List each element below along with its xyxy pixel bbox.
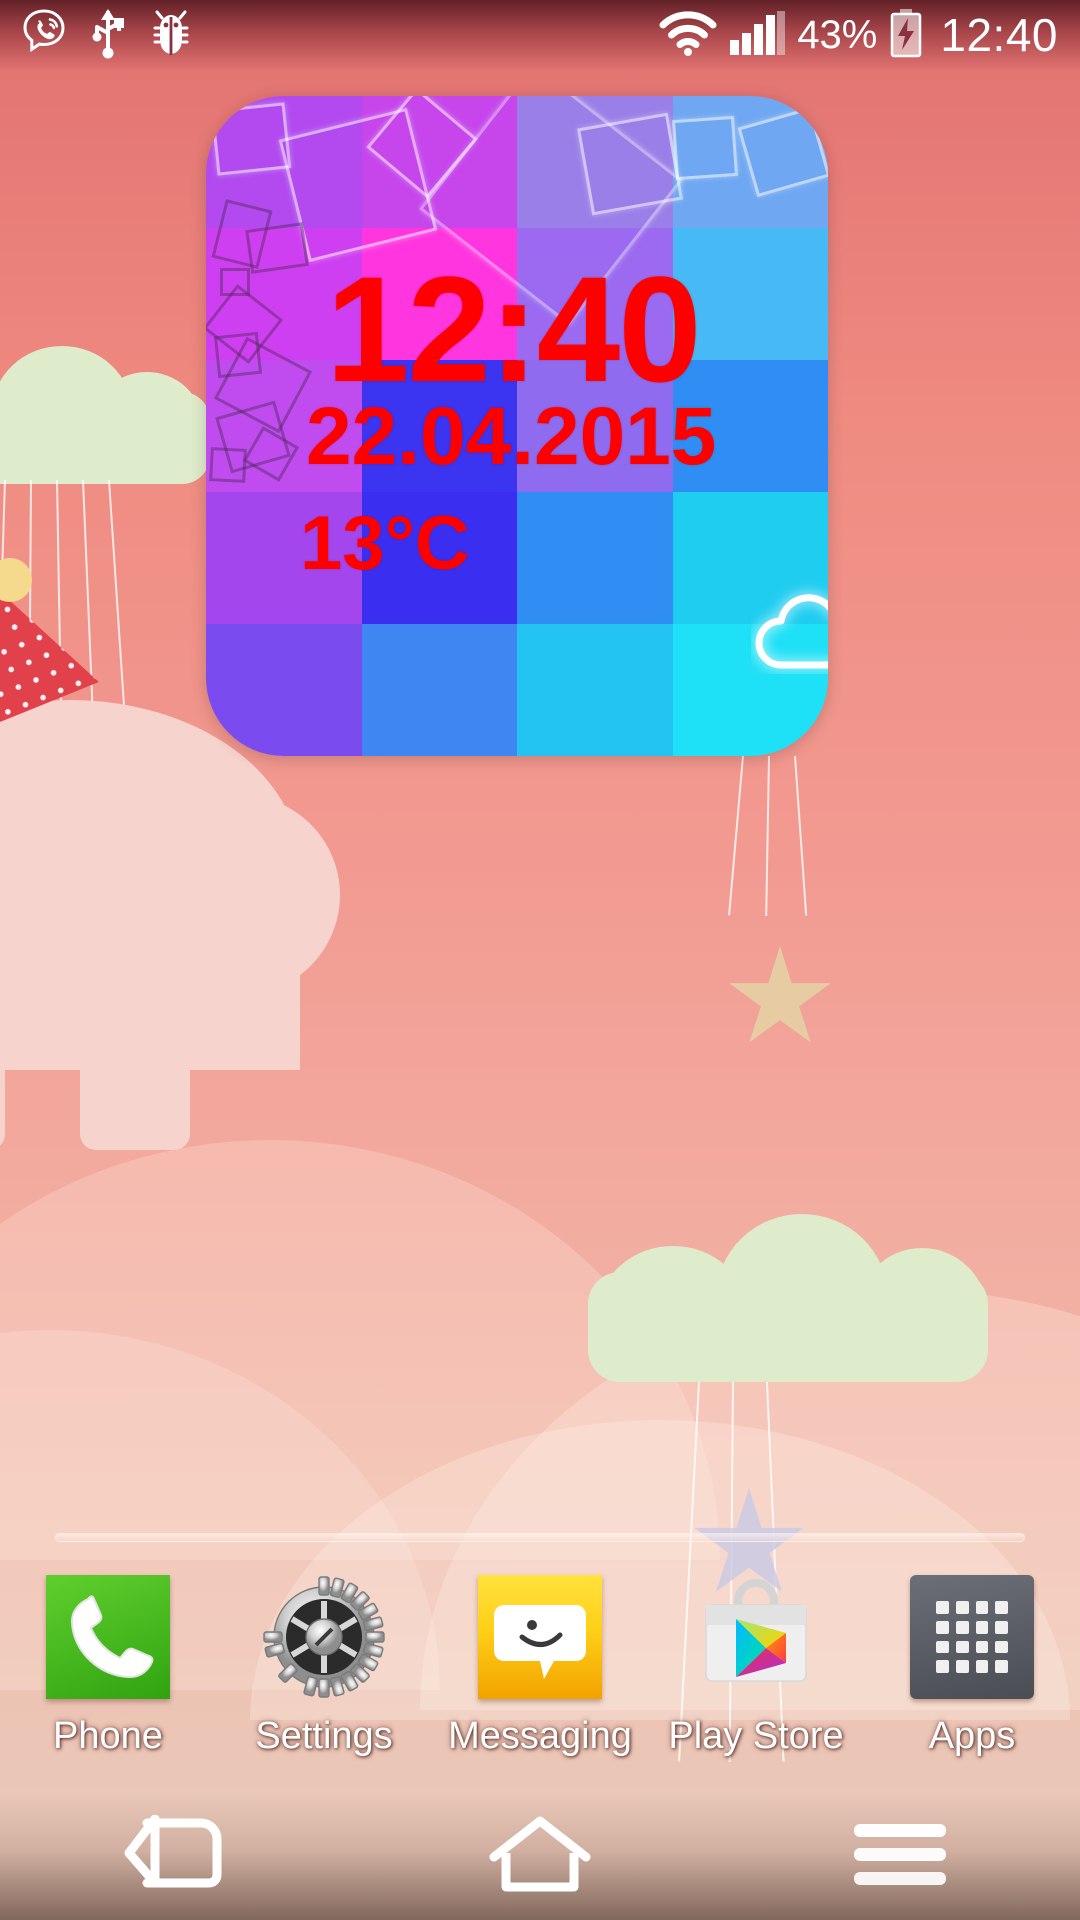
back-arrow-icon <box>121 1814 239 1900</box>
usb-icon <box>90 7 126 64</box>
debug-bug-icon <box>148 8 194 63</box>
dock-label: Messaging <box>448 1715 632 1757</box>
battery-percent-label: 43% <box>797 13 878 57</box>
clock-weather-widget[interactable]: 12:40 22.04.2015 13°C <box>206 96 828 756</box>
play-store-bag-icon <box>694 1575 818 1699</box>
dock-divider <box>55 1533 1025 1542</box>
home-house-icon <box>488 1815 592 1900</box>
status-bar-notification-icons[interactable] <box>22 7 194 64</box>
dock-item-messaging[interactable]: Messaging <box>432 1575 648 1758</box>
cloud-icon <box>751 579 828 674</box>
wifi-icon <box>659 10 717 61</box>
speech-bubble-smiley-icon <box>478 1575 602 1699</box>
dock-label: Settings <box>255 1715 393 1757</box>
phone-handset-icon <box>46 1575 170 1699</box>
dock: Phone Settings Messaging Play Store Apps <box>0 1575 1080 1790</box>
viber-icon <box>22 8 68 63</box>
dock-item-phone[interactable]: Phone <box>0 1575 216 1758</box>
status-bar-system-icons[interactable]: 43% 12:40 <box>659 8 1058 63</box>
menu-lines-icon <box>850 1818 950 1897</box>
dock-item-settings[interactable]: Settings <box>216 1575 432 1758</box>
battery-charging-icon <box>888 8 924 63</box>
status-bar[interactable]: 43% 12:40 <box>0 0 1080 70</box>
dock-label: Play Store <box>668 1715 844 1757</box>
gear-icon <box>262 1575 386 1699</box>
dock-label: Phone <box>53 1715 163 1757</box>
widget-date: 22.04.2015 <box>306 391 717 482</box>
nav-home-button[interactable] <box>360 1794 720 1920</box>
status-bar-clock: 12:40 <box>940 9 1058 61</box>
dock-label: Apps <box>928 1715 1016 1757</box>
nav-menu-button[interactable] <box>720 1794 1080 1920</box>
apps-grid-icon <box>910 1575 1034 1699</box>
signal-bars-icon <box>728 10 786 61</box>
dock-item-play-store[interactable]: Play Store <box>648 1575 864 1758</box>
widget-temperature: 13°C <box>300 501 470 586</box>
dock-item-apps[interactable]: Apps <box>864 1575 1080 1758</box>
widget-time: 12:40 <box>326 245 702 413</box>
navigation-bar <box>0 1794 1080 1920</box>
nav-back-button[interactable] <box>0 1794 360 1920</box>
